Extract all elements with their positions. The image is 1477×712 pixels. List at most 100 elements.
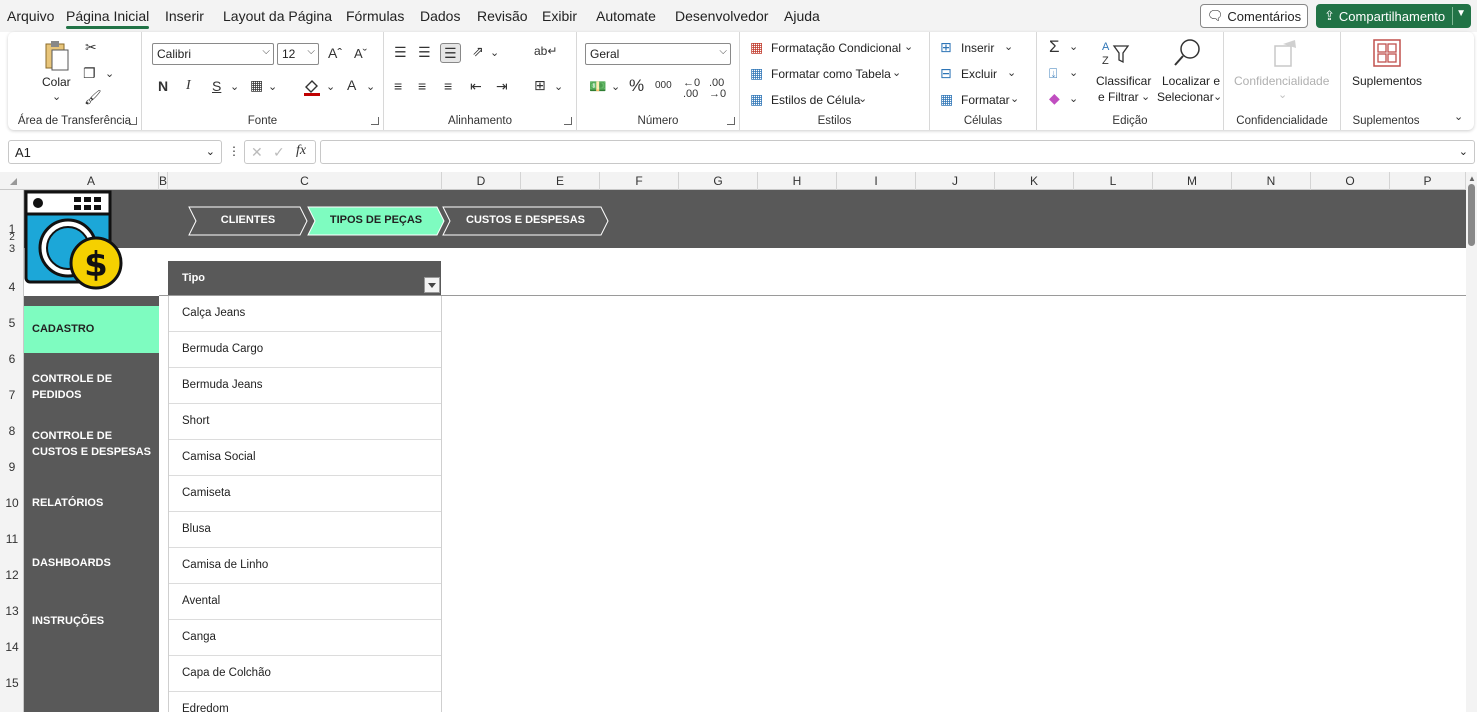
column-header[interactable]: J bbox=[916, 172, 995, 190]
tab-dados[interactable]: Dados bbox=[420, 8, 460, 24]
table-row[interactable]: Bermuda Jeans bbox=[169, 368, 441, 404]
chevron-down-icon[interactable]: ⌄ bbox=[105, 69, 114, 80]
chevron-down-icon[interactable]: ⌄ bbox=[904, 42, 913, 53]
borders-icon[interactable]: ▦ bbox=[250, 78, 263, 92]
fill-icon[interactable]: ⍗ bbox=[1049, 66, 1057, 80]
bold-button[interactable]: N bbox=[158, 79, 168, 93]
chevron-down-icon[interactable]: ⌄ bbox=[1213, 92, 1222, 103]
delete-cells-icon[interactable]: ⊟ bbox=[940, 66, 952, 80]
align-top-icon[interactable]: ☰ bbox=[394, 45, 407, 59]
column-header[interactable]: B bbox=[159, 172, 168, 190]
row-header[interactable]: 3 bbox=[0, 243, 24, 255]
align-center-icon[interactable]: ≡ bbox=[418, 79, 426, 93]
tab-exibir[interactable]: Exibir bbox=[542, 8, 577, 24]
sort-filter-label-1[interactable]: Classificar bbox=[1096, 74, 1151, 88]
table-row[interactable]: Calça Jeans bbox=[169, 296, 441, 332]
tab-inserir[interactable]: Inserir bbox=[165, 8, 204, 24]
align-left-icon[interactable]: ≡ bbox=[394, 79, 402, 93]
sidebar-item-controle-de-pedidos[interactable]: CONTROLE DE PEDIDOS bbox=[32, 371, 157, 403]
cut-icon[interactable]: ✂ bbox=[85, 40, 97, 54]
row-header[interactable]: 12 bbox=[0, 568, 24, 582]
chevron-down-icon[interactable]: ⌄ bbox=[1010, 94, 1019, 105]
chevron-down-icon[interactable]: ⌄ bbox=[554, 82, 563, 93]
more-options-icon[interactable]: ⋮ bbox=[228, 145, 240, 157]
align-middle-icon[interactable]: ☰ bbox=[418, 45, 431, 59]
paste-icon[interactable] bbox=[42, 40, 72, 74]
column-header[interactable]: P bbox=[1390, 172, 1466, 190]
addins-icon[interactable] bbox=[1372, 38, 1402, 68]
format-painter-icon[interactable]: 🖌 bbox=[84, 90, 102, 104]
insert-cells-icon[interactable]: ⊞ bbox=[940, 40, 952, 54]
laundry-money-logo-icon[interactable]: $ bbox=[24, 190, 128, 290]
insert-function-button[interactable]: fx bbox=[296, 144, 306, 158]
tab-pagina-inicial[interactable]: Página Inicial bbox=[66, 8, 150, 29]
percent-button[interactable]: % bbox=[629, 77, 644, 94]
nav-tab-tipos-de-pecas[interactable]: TIPOS DE PEÇAS bbox=[307, 206, 445, 236]
row-header[interactable]: 14 bbox=[0, 640, 24, 654]
share-button[interactable]: ⇪ Compartilhamento ▼ bbox=[1316, 4, 1471, 28]
row-header[interactable]: 8 bbox=[0, 424, 24, 438]
sidebar-item-instrucoes[interactable]: INSTRUÇÕES bbox=[32, 613, 157, 629]
chevron-down-icon[interactable]: ⌄ bbox=[1141, 92, 1150, 103]
conditional-formatting-icon[interactable]: ▦ bbox=[750, 40, 763, 54]
chevron-down-icon[interactable]: ⌄ bbox=[611, 82, 620, 93]
thousands-separator-button[interactable]: 000 bbox=[655, 81, 672, 91]
table-row[interactable]: Bermuda Cargo bbox=[169, 332, 441, 368]
row-header[interactable]: 9 bbox=[0, 460, 24, 474]
column-header[interactable]: K bbox=[995, 172, 1074, 190]
chevron-down-icon[interactable]: ⌄ bbox=[230, 82, 239, 93]
number-format-select[interactable]: Geral ⌵ bbox=[585, 43, 731, 65]
table-row[interactable]: Short bbox=[169, 404, 441, 440]
column-header[interactable]: E bbox=[521, 172, 600, 190]
accounting-format-icon[interactable]: 💵 bbox=[589, 79, 606, 93]
comments-button[interactable]: 🗨 Comentários bbox=[1200, 4, 1308, 28]
row-header[interactable]: 6 bbox=[0, 352, 24, 366]
column-header[interactable]: C bbox=[168, 172, 442, 190]
table-row[interactable]: Capa de Colchão bbox=[169, 656, 441, 692]
chevron-down-icon[interactable]: ▼ bbox=[1456, 8, 1466, 19]
cancel-icon[interactable]: ✕ bbox=[251, 145, 263, 159]
column-header[interactable]: L bbox=[1074, 172, 1153, 190]
tab-formulas[interactable]: Fórmulas bbox=[346, 8, 404, 24]
table-row[interactable]: Camiseta bbox=[169, 476, 441, 512]
increase-indent-icon[interactable]: ⇥ bbox=[496, 79, 508, 93]
delete-cells-button[interactable]: Excluir bbox=[961, 67, 997, 81]
name-box[interactable]: A1 ⌄ bbox=[8, 140, 222, 164]
dialog-launcher-icon[interactable] bbox=[564, 117, 572, 125]
wrap-text-icon[interactable]: ab↵ bbox=[534, 45, 557, 57]
tab-ajuda[interactable]: Ajuda bbox=[784, 8, 820, 24]
underline-button[interactable]: S bbox=[212, 79, 221, 93]
row-header[interactable]: 2 bbox=[0, 232, 24, 243]
cell-styles-button[interactable]: Estilos de Célula bbox=[771, 93, 860, 107]
row-header[interactable]: 5 bbox=[0, 316, 24, 330]
chevron-down-icon[interactable]: ⌄ bbox=[1069, 42, 1078, 53]
table-row[interactable]: Camisa Social bbox=[169, 440, 441, 476]
confirm-icon[interactable]: ✓ bbox=[273, 145, 285, 159]
select-all-icon[interactable] bbox=[10, 178, 17, 185]
format-cells-icon[interactable]: ▦ bbox=[940, 92, 953, 106]
scroll-up-icon[interactable]: ▲ bbox=[1468, 174, 1476, 183]
copy-icon[interactable]: ❐ bbox=[83, 66, 96, 80]
sidebar-item-cadastro[interactable]: CADASTRO bbox=[24, 306, 159, 353]
chevron-down-icon[interactable]: ⌄ bbox=[326, 82, 335, 93]
chevron-down-icon[interactable]: ⌄ bbox=[490, 48, 499, 59]
increase-font-icon[interactable]: Aˆ bbox=[328, 46, 342, 60]
vertical-scrollbar[interactable]: ▲ bbox=[1466, 172, 1477, 712]
column-header[interactable]: G bbox=[679, 172, 758, 190]
column-header[interactable]: D bbox=[442, 172, 521, 190]
sidebar-item-relatorios[interactable]: RELATÓRIOS bbox=[32, 495, 157, 511]
sort-filter-icon[interactable]: AZ bbox=[1100, 38, 1130, 68]
chevron-down-icon[interactable]: ⌄ bbox=[1069, 68, 1078, 79]
orientation-icon[interactable]: ⇗ bbox=[472, 44, 484, 58]
align-right-icon[interactable]: ≡ bbox=[444, 79, 452, 93]
conditional-formatting-button[interactable]: Formatação Condicional bbox=[771, 41, 901, 55]
chevron-down-icon[interactable]: ⌄ bbox=[892, 68, 901, 79]
tab-automate[interactable]: Automate bbox=[596, 8, 656, 24]
find-select-label-1[interactable]: Localizar e bbox=[1162, 74, 1220, 88]
nav-tab-clientes[interactable]: CLIENTES bbox=[188, 206, 308, 236]
paste-label[interactable]: Colar bbox=[42, 75, 71, 89]
decrease-indent-icon[interactable]: ⇤ bbox=[470, 79, 482, 93]
fill-color-icon[interactable] bbox=[302, 77, 322, 97]
decrease-decimal-icon[interactable]: .00 →0 bbox=[709, 78, 726, 100]
chevron-down-icon[interactable]: ⌄ bbox=[52, 92, 61, 103]
